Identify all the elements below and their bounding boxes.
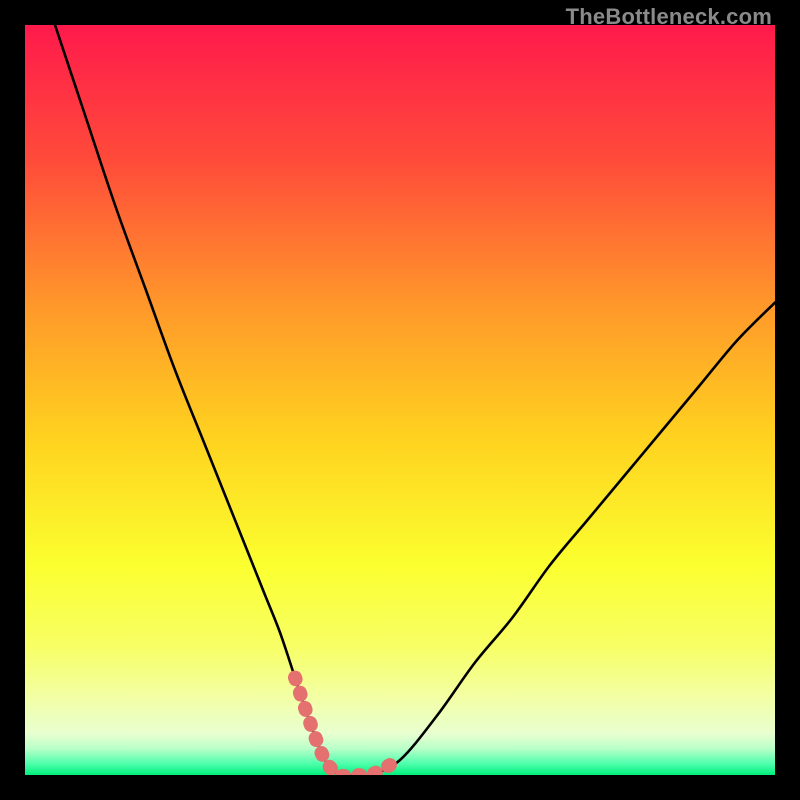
bottleneck-chart <box>25 25 775 775</box>
watermark-text: TheBottleneck.com <box>566 4 772 30</box>
gradient-background <box>25 25 775 775</box>
chart-frame <box>25 25 775 775</box>
